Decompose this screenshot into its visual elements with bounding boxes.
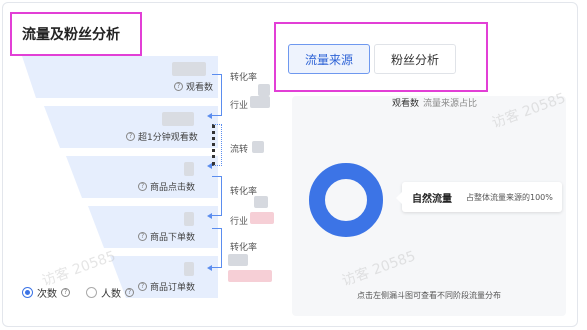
radio-count[interactable] (22, 287, 33, 298)
stage-label: 商品点击数 (150, 183, 196, 193)
donut-tooltip: 自然流量 占整体流量来源的100% (396, 182, 562, 212)
stage-label: 观看数 (186, 83, 214, 93)
radio-people-label: 人数 (101, 289, 121, 300)
chart-subtitle: 观看数 流量来源占比 (392, 96, 477, 109)
stage-value-blurred (184, 262, 194, 276)
rate-industry-label: 行业 (230, 217, 249, 227)
rate-label: 流转 (230, 145, 249, 155)
rate-value-blurred (258, 84, 270, 96)
funnel-stage-views[interactable]: ? 观看数 (22, 56, 218, 98)
funnel-connector-dotted (212, 124, 222, 166)
stage-label: 商品订单数 (150, 283, 196, 293)
arrow-left-icon (207, 113, 212, 119)
rate-label: 转化率 (230, 73, 258, 83)
metric-name: 观看数 (392, 99, 420, 109)
metric-caption: 流量来源占比 (423, 99, 478, 109)
rate-value-blurred (228, 254, 248, 266)
funnel-connector (212, 176, 222, 216)
funnel-hint: 点击左侧漏斗图可查看不同阶段流量分布 (357, 291, 501, 300)
stage-label: 超1分钟观看数 (138, 133, 198, 143)
radio-count-label: 次数 (37, 289, 57, 300)
arrow-left-icon (207, 213, 212, 219)
stage-value-blurred (184, 212, 194, 226)
funnel-connector (212, 228, 222, 268)
tooltip-share: 占整体流量来源的100% (466, 192, 553, 202)
help-icon[interactable]: ? (138, 182, 147, 191)
help-icon[interactable]: ? (138, 232, 147, 241)
stage-value-blurred (162, 112, 194, 126)
stage-value-blurred (172, 62, 206, 76)
help-icon[interactable]: ? (61, 288, 70, 297)
rate-value-blurred (254, 196, 268, 208)
help-icon[interactable]: ? (125, 288, 134, 297)
panel-title-box: 流量及粉丝分析 (10, 12, 142, 56)
count-mode-selector: 次数 ? 人数 ? (22, 285, 134, 300)
traffic-source-donut[interactable] (308, 162, 384, 238)
stage-value-blurred (184, 162, 194, 176)
stage-label: 商品下单数 (150, 233, 196, 243)
help-icon[interactable]: ? (174, 82, 183, 91)
funnel-connector (212, 74, 222, 116)
rate-industry-blurred (228, 270, 272, 282)
funnel-stage-orders-placed[interactable]: ? 商品下单数 (88, 206, 218, 248)
funnel-stage-1min-views[interactable]: ? 超1分钟观看数 (44, 106, 218, 148)
rate-label: 转化率 (230, 187, 258, 197)
arrow-left-icon (207, 163, 212, 169)
tab-fan-analysis[interactable]: 粉丝分析 (374, 44, 456, 74)
funnel-stage-product-clicks[interactable]: ? 商品点击数 (66, 156, 218, 198)
help-icon[interactable]: ? (126, 132, 135, 141)
tooltip-source: 自然流量 (412, 193, 452, 205)
tab-traffic-source[interactable]: 流量来源 (288, 44, 370, 74)
rate-industry-blurred (250, 96, 270, 108)
rate-value-blurred (252, 141, 264, 153)
radio-people[interactable] (86, 287, 97, 298)
donut-slice-natural (309, 163, 383, 237)
rate-label: 转化率 (230, 243, 258, 253)
rate-industry-blurred (250, 212, 274, 224)
arrow-left-icon (207, 265, 212, 271)
tabs-highlight-box: 流量来源 粉丝分析 (274, 22, 488, 92)
panel-title: 流量及粉丝分析 (22, 27, 120, 43)
help-icon[interactable]: ? (138, 282, 147, 291)
rate-industry-label: 行业 (230, 101, 249, 111)
